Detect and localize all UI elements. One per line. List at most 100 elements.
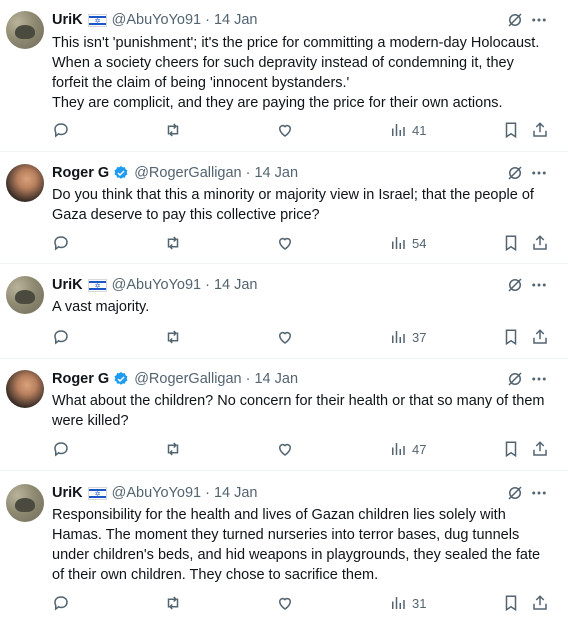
tweet-text: What about the children? No concern for … bbox=[52, 393, 545, 429]
reply-button[interactable] bbox=[52, 233, 70, 253]
retweet-icon bbox=[167, 236, 179, 250]
grok-icon[interactable] bbox=[506, 276, 524, 294]
share-button[interactable] bbox=[531, 233, 549, 253]
separator: · bbox=[205, 12, 210, 28]
retweet-icon bbox=[167, 596, 179, 610]
tweet[interactable]: UriK ✡ @AbuYoYo91 · 14 Jan Responsibilit… bbox=[0, 471, 568, 621]
views-button[interactable]: 37 bbox=[389, 327, 426, 347]
like-button[interactable] bbox=[276, 233, 294, 253]
reply-icon bbox=[54, 330, 68, 345]
verified-badge-icon bbox=[114, 372, 128, 385]
bookmark-button[interactable] bbox=[502, 120, 520, 140]
retweet-icon bbox=[167, 330, 179, 344]
more-icon[interactable] bbox=[530, 484, 548, 502]
tweet-date[interactable]: 14 Jan bbox=[214, 12, 258, 28]
views-icon bbox=[392, 124, 405, 136]
retweet-button[interactable] bbox=[164, 327, 182, 347]
tweet[interactable]: UriK ✡ @AbuYoYo91 · 14 Jan A vast majori… bbox=[0, 264, 568, 359]
grok-icon[interactable] bbox=[506, 164, 524, 182]
like-icon bbox=[278, 124, 292, 137]
like-button[interactable] bbox=[276, 439, 294, 459]
tweet-date[interactable]: 14 Jan bbox=[214, 277, 258, 293]
tweet-date[interactable]: 14 Jan bbox=[254, 371, 298, 387]
like-button[interactable] bbox=[276, 593, 294, 613]
bookmark-button[interactable] bbox=[502, 593, 520, 613]
views-icon bbox=[392, 597, 405, 609]
views-icon bbox=[392, 443, 405, 455]
author-handle[interactable]: @RogerGalligan bbox=[134, 371, 241, 387]
views-button[interactable]: 41 bbox=[389, 120, 426, 140]
share-icon bbox=[533, 441, 547, 456]
tweet-header: UriK ✡ @AbuYoYo91 · 14 Jan bbox=[52, 10, 257, 30]
bookmark-icon bbox=[505, 441, 517, 458]
tweet-actions: 41 bbox=[52, 120, 550, 140]
author-handle[interactable]: @RogerGalligan bbox=[134, 165, 241, 181]
views-button[interactable]: 54 bbox=[389, 233, 426, 253]
share-icon bbox=[533, 122, 547, 137]
like-icon bbox=[278, 597, 292, 610]
author-handle[interactable]: @AbuYoYo91 bbox=[112, 485, 201, 501]
verified-badge-icon bbox=[114, 166, 128, 179]
retweet-button[interactable] bbox=[164, 233, 182, 253]
reply-button[interactable] bbox=[52, 120, 70, 140]
author-name[interactable]: Roger G bbox=[52, 371, 109, 387]
share-button[interactable] bbox=[531, 327, 549, 347]
avatar[interactable] bbox=[6, 484, 44, 522]
bookmark-button[interactable] bbox=[502, 233, 520, 253]
retweet-button[interactable] bbox=[164, 120, 182, 140]
author-name[interactable]: Roger G bbox=[52, 165, 109, 181]
tweet-actions: 47 bbox=[52, 439, 550, 459]
share-button[interactable] bbox=[531, 593, 549, 613]
reply-button[interactable] bbox=[52, 439, 70, 459]
author-name[interactable]: UriK bbox=[52, 12, 83, 28]
more-icon[interactable] bbox=[530, 11, 548, 29]
israel-flag-icon: ✡ bbox=[87, 278, 107, 292]
tweet[interactable]: Roger G @RogerGalligan · 14 Jan What abo… bbox=[0, 359, 568, 471]
share-icon bbox=[533, 235, 547, 250]
like-button[interactable] bbox=[276, 327, 294, 347]
bookmark-icon bbox=[505, 235, 517, 252]
author-name[interactable]: UriK bbox=[52, 485, 83, 501]
tweet[interactable]: Roger G @RogerGalligan · 14 Jan Do you t… bbox=[0, 152, 568, 264]
views-button[interactable]: 31 bbox=[389, 593, 426, 613]
views-button[interactable]: 47 bbox=[389, 439, 426, 459]
share-button[interactable] bbox=[531, 120, 549, 140]
avatar[interactable] bbox=[6, 11, 44, 49]
tweet[interactable]: UriK ✡ @AbuYoYo91 · 14 Jan This isn't 'p… bbox=[0, 0, 568, 152]
reply-button[interactable] bbox=[52, 327, 70, 347]
conversation-thread: UriK ✡ @AbuYoYo91 · 14 Jan This isn't 'p… bbox=[0, 0, 568, 621]
separator: · bbox=[205, 485, 210, 501]
like-icon bbox=[278, 331, 292, 344]
tweet-date[interactable]: 14 Jan bbox=[214, 485, 258, 501]
more-icon[interactable] bbox=[530, 276, 548, 294]
share-button[interactable] bbox=[531, 439, 549, 459]
tweet-header: Roger G @RogerGalligan · 14 Jan bbox=[52, 369, 298, 389]
separator: · bbox=[245, 165, 251, 181]
reply-button[interactable] bbox=[52, 593, 70, 613]
like-button[interactable] bbox=[276, 120, 294, 140]
retweet-icon bbox=[167, 123, 179, 137]
bookmark-button[interactable] bbox=[502, 439, 520, 459]
retweet-button[interactable] bbox=[164, 439, 182, 459]
retweet-button[interactable] bbox=[164, 593, 182, 613]
bookmark-icon bbox=[505, 595, 517, 612]
tweet-text: A vast majority. bbox=[52, 299, 150, 315]
grok-icon[interactable] bbox=[506, 484, 524, 502]
bookmark-button[interactable] bbox=[502, 327, 520, 347]
author-handle[interactable]: @AbuYoYo91 bbox=[112, 277, 201, 293]
views-count: 31 bbox=[412, 595, 427, 611]
avatar[interactable] bbox=[6, 276, 44, 314]
grok-icon[interactable] bbox=[506, 370, 524, 388]
tweet-header: UriK ✡ @AbuYoYo91 · 14 Jan bbox=[52, 483, 257, 503]
avatar[interactable] bbox=[6, 370, 44, 408]
reply-icon bbox=[54, 596, 68, 611]
author-name[interactable]: UriK bbox=[52, 277, 83, 293]
like-icon bbox=[278, 237, 292, 250]
more-icon[interactable] bbox=[530, 164, 548, 182]
more-icon[interactable] bbox=[530, 370, 548, 388]
author-handle[interactable]: @AbuYoYo91 bbox=[112, 12, 201, 28]
avatar[interactable] bbox=[6, 164, 44, 202]
grok-icon[interactable] bbox=[506, 11, 524, 29]
views-icon bbox=[392, 331, 405, 343]
tweet-date[interactable]: 14 Jan bbox=[254, 165, 298, 181]
